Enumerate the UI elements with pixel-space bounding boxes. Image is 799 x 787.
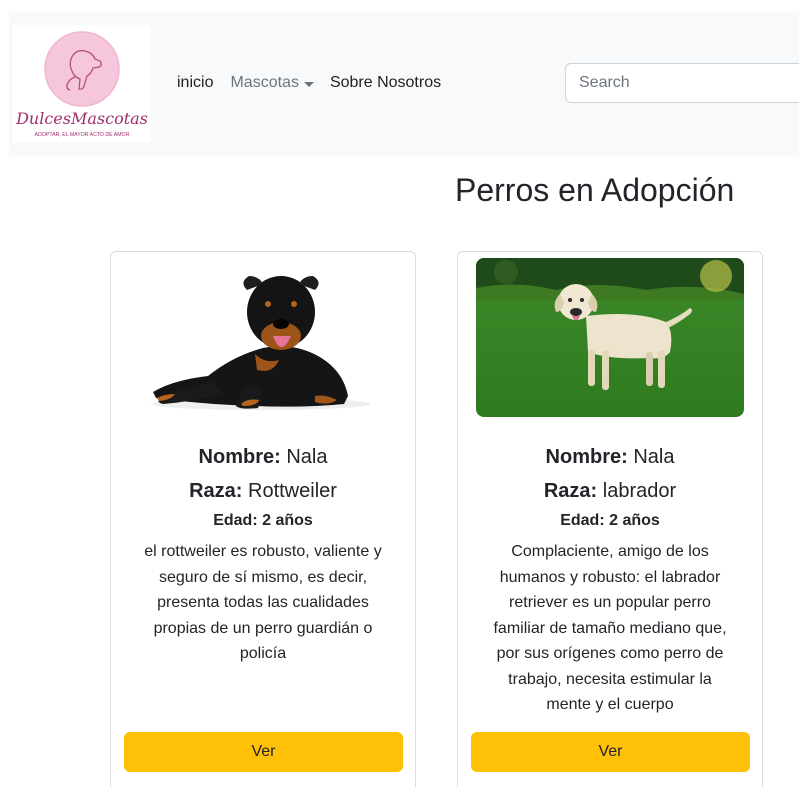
pet-age: Edad: 2 años [560,512,660,529]
pet-photo-rottweiler [143,264,375,416]
pet-name: Nombre: Nala [458,440,762,474]
nav-dropdown-label: Mascotas [230,74,299,91]
pet-breed: Raza: labrador [458,474,762,508]
pet-photo-labrador [476,258,744,417]
view-button[interactable]: Ver [471,732,750,772]
name-label: Nombre: [198,446,281,468]
card-body: Nombre: Nala Raza: labrador Edad: 2 años… [458,440,762,718]
navbar: DulcesMascotas ADOPTAR, EL MAYOR ACTO DE… [9,11,799,156]
brand-logo[interactable]: DulcesMascotas ADOPTAR, EL MAYOR ACTO DE… [13,25,151,142]
pet-breed: Raza: Rottweiler [111,474,415,508]
name-value: Nala [286,446,328,468]
chevron-down-icon [303,81,314,87]
pet-description: Complaciente, amigo de los humanos y rob… [493,543,727,713]
nav-link-inicio[interactable]: inicio [177,74,213,92]
search-input[interactable] [565,63,799,103]
page-title: Perros en Adopción [455,172,735,208]
breed-label: Raza: [189,480,243,502]
logo-graphic: DulcesMascotas ADOPTAR, EL MAYOR ACTO DE… [15,31,148,138]
card-body: Nombre: Nala Raza: Rottweiler Edad: 2 añ… [111,440,415,667]
name-value: Nala [633,446,675,468]
pet-name: Nombre: Nala [111,440,415,474]
breed-value: labrador [602,480,677,502]
breed-label: Raza: [543,480,598,502]
brand-name: DulcesMascotas [15,109,148,128]
brand-tagline: ADOPTAR, EL MAYOR ACTO DE AMOR [35,132,130,138]
nav-link-sobre-nosotros[interactable]: Sobre Nosotros [330,74,441,92]
pet-age: Edad: 2 años [213,512,313,529]
pet-card: Nombre: Nala Raza: labrador Edad: 2 años… [457,251,763,787]
breed-value: Rottweiler [248,480,337,502]
view-button[interactable]: Ver [124,732,403,772]
nav-links: inicio Mascotas Sobre Nosotros [177,71,441,95]
name-label: Nombre: [545,446,628,468]
pet-card: Nombre: Nala Raza: Rottweiler Edad: 2 añ… [110,251,416,787]
nav-dropdown-mascotas[interactable]: Mascotas [230,74,314,92]
pet-description: el rottweiler es robusto, valiente y seg… [144,543,382,662]
